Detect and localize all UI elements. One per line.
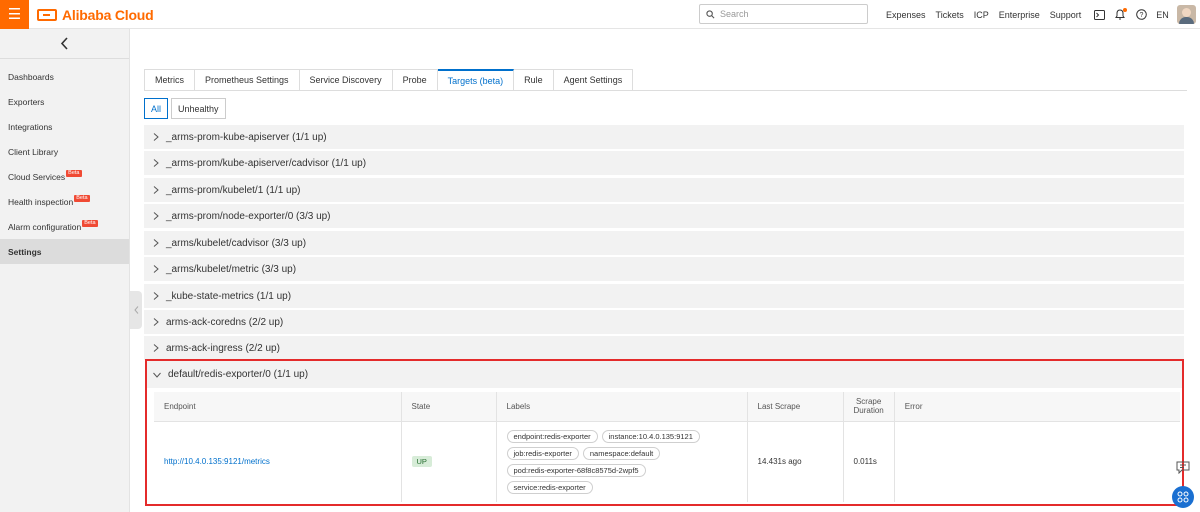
search-box[interactable] [699,4,868,24]
target-group-title: _arms/kubelet/metric (3/3 up) [166,263,297,275]
tab-metrics[interactable]: Metrics [144,69,195,91]
nav-tickets[interactable]: Tickets [936,10,964,20]
tab-prometheus-settings[interactable]: Prometheus Settings [195,69,300,91]
target-group-title: _arms-prom-kube-apiserver (1/1 up) [166,131,327,143]
filter-unhealthy-button[interactable]: Unhealthy [171,98,226,119]
top-nav: Expenses Tickets ICP Enterprise Support … [886,0,1196,29]
target-group-title: _arms-prom/kubelet/1 (1/1 up) [166,184,301,196]
nav-support[interactable]: Support [1050,10,1082,20]
chevron-left-icon [133,306,138,314]
sidebar-item-settings[interactable]: Settings [0,239,129,264]
nav-icp[interactable]: ICP [974,10,989,20]
target-filter: All Unhealthy [144,98,226,119]
beta-badge: Beta [66,170,82,177]
tabs-divider [144,90,1187,91]
filter-all-button[interactable]: All [144,98,169,119]
notification-dot [1123,7,1128,12]
tab-targets[interactable]: Targets (beta) [437,69,515,91]
assistant-button[interactable] [1172,486,1194,508]
sidebar-item-integrations[interactable]: Integrations [0,114,129,139]
target-group-title: _arms/kubelet/cadvisor (3/3 up) [166,237,307,249]
target-group-title: _arms-prom/kube-apiserver/cadvisor (1/1 … [166,157,367,169]
target-group[interactable]: arms-ack-coredns (2/2 up) [144,310,1184,334]
back-button[interactable] [0,29,129,59]
target-group[interactable]: _arms-prom/kube-apiserver/cadvisor (1/1 … [144,151,1184,175]
search-input[interactable] [720,9,850,19]
alibaba-cloud-logo-icon [37,8,57,21]
chevron-right-icon [153,186,159,194]
tab-agent-settings[interactable]: Agent Settings [553,69,634,91]
chevron-right-icon [153,133,159,141]
settings-tabs: Metrics Prometheus Settings Service Disc… [144,69,634,91]
sidebar-item-exporters[interactable]: Exporters [0,89,129,114]
svg-text:?: ? [1139,12,1143,19]
sidebar-item-cloud-services[interactable]: Cloud Services Beta [0,164,129,189]
target-group[interactable]: _arms-prom/kubelet/1 (1/1 up) [144,178,1184,202]
sidebar-item-client-library[interactable]: Client Library [0,139,129,164]
help-icon[interactable]: ? [1133,7,1149,23]
sidebar-item-label: Cloud Services [8,171,66,182]
avatar[interactable] [1176,5,1196,24]
tab-service-discovery[interactable]: Service Discovery [299,69,393,91]
target-group[interactable]: _arms/kubelet/cadvisor (3/3 up) [144,231,1184,255]
sidebar-item-alarm-configuration[interactable]: Alarm configuration Beta [0,214,129,239]
sidebar-item-label: Dashboards [8,71,54,82]
target-group-title: _kube-state-metrics (1/1 up) [166,290,292,302]
tab-rule[interactable]: Rule [514,69,554,91]
target-group[interactable]: _arms-prom/node-exporter/0 (3/3 up) [144,204,1184,228]
nav-enterprise[interactable]: Enterprise [999,10,1040,20]
logo-text: Alibaba Cloud [62,6,154,23]
beta-badge: Beta [74,195,90,202]
grid-icon [1177,491,1189,503]
chevron-right-icon [153,159,159,167]
terminal-icon[interactable] [1091,7,1107,23]
nav-expenses[interactable]: Expenses [886,10,926,20]
chevron-right-icon [153,265,159,273]
chevron-right-icon [153,344,159,352]
target-group-title: _arms-prom/node-exporter/0 (3/3 up) [166,210,331,222]
sidebar-item-label: Client Library [8,146,59,157]
chevron-right-icon [153,318,159,326]
sidebar-item-label: Alarm configuration [8,221,82,232]
target-group[interactable]: _arms-prom-kube-apiserver (1/1 up) [144,125,1184,149]
chevron-right-icon [153,212,159,220]
sidebar-item-label: Integrations [8,121,53,132]
tab-probe[interactable]: Probe [392,69,438,91]
sidebar: Dashboards Exporters Integrations Client… [0,29,130,512]
search-icon [706,9,715,18]
target-group-title: arms-ack-ingress (2/2 up) [166,342,280,354]
chevron-right-icon [153,292,159,300]
logo[interactable]: Alibaba Cloud [37,6,154,23]
feedback-icon[interactable] [1172,456,1194,478]
language-switch[interactable]: EN [1156,10,1169,20]
beta-badge: Beta [82,220,98,227]
bell-icon[interactable] [1112,7,1128,23]
sidebar-item-label: Settings [8,246,42,257]
target-group[interactable]: arms-ack-ingress (2/2 up) [144,336,1184,360]
sidebar-item-label: Exporters [8,96,45,107]
target-group-title: arms-ack-coredns (2/2 up) [166,316,284,328]
target-group[interactable]: _kube-state-metrics (1/1 up) [144,284,1184,308]
sidebar-collapse-handle[interactable] [130,291,142,329]
sidebar-item-health-inspection[interactable]: Health inspection Beta [0,189,129,214]
chevron-left-icon [60,37,68,50]
sidebar-item-label: Health inspection [8,196,74,207]
target-group[interactable]: _arms/kubelet/metric (3/3 up) [144,257,1184,281]
top-bar: ☰ Alibaba Cloud Expenses Tickets ICP Ent… [0,0,1200,29]
chevron-right-icon [153,239,159,247]
highlight-box [145,359,1184,506]
sidebar-item-dashboards[interactable]: Dashboards [0,64,129,89]
menu-icon[interactable]: ☰ [0,0,29,29]
